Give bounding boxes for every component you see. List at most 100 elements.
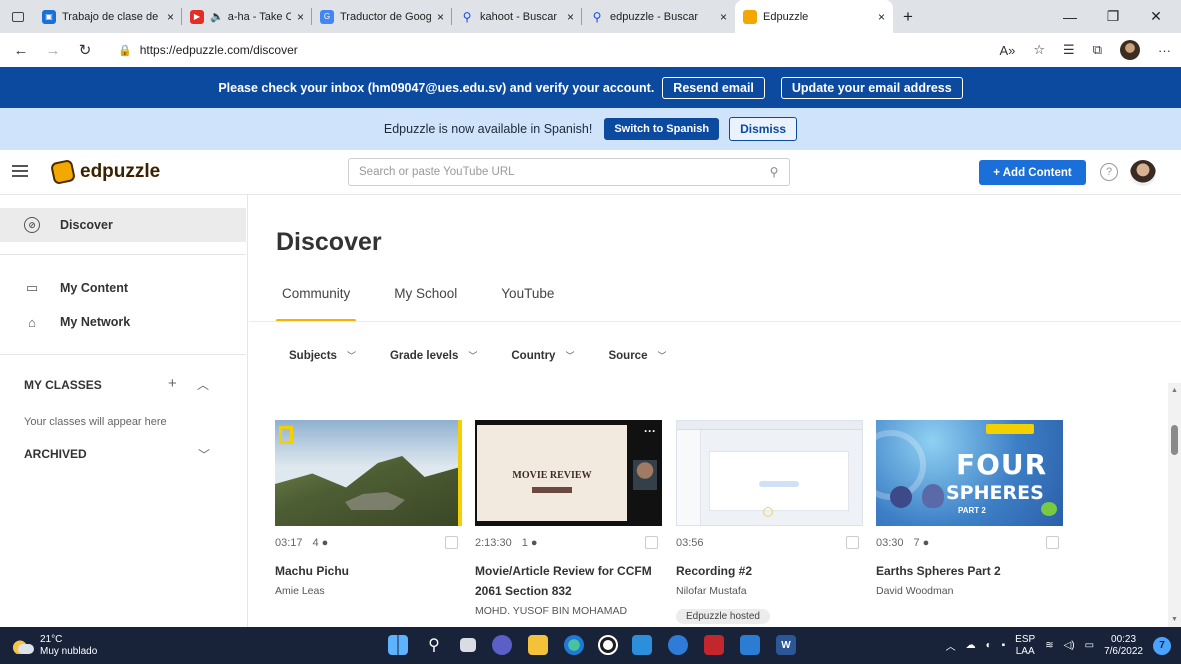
- language-indicator[interactable]: ESP LAA: [1015, 634, 1035, 658]
- video-title[interactable]: Machu Pichu: [275, 561, 462, 581]
- help-icon[interactable]: ?: [1100, 163, 1118, 181]
- browser-tab[interactable]: ▣ Trabajo de clase de Pro ×: [34, 0, 182, 33]
- collections-icon[interactable]: ⧉: [1093, 42, 1102, 58]
- video-thumbnail[interactable]: FOUR SPHERES PART 2: [876, 420, 1063, 526]
- video-author[interactable]: Amie Leas: [275, 585, 325, 597]
- tab-community[interactable]: Community: [276, 286, 357, 322]
- show-hidden-icon[interactable]: ︿: [946, 638, 956, 653]
- tab-youtube[interactable]: YouTube: [495, 286, 560, 322]
- select-checkbox[interactable]: [1046, 536, 1059, 549]
- scroll-up-icon[interactable]: ▲: [1171, 387, 1178, 394]
- windows-start-icon[interactable]: [388, 635, 408, 655]
- close-tab-icon[interactable]: ×: [167, 10, 174, 24]
- select-checkbox[interactable]: [645, 536, 658, 549]
- chrome-icon[interactable]: [598, 635, 618, 655]
- dismiss-button[interactable]: Dismiss: [729, 117, 798, 141]
- video-title[interactable]: Earths Spheres Part 2: [876, 561, 1063, 581]
- search-icon[interactable]: ⚲: [759, 165, 789, 179]
- select-checkbox[interactable]: [846, 536, 859, 549]
- outlook-icon[interactable]: [740, 635, 760, 655]
- browser-profile-avatar[interactable]: [1120, 40, 1140, 60]
- search-box[interactable]: ⚲: [348, 158, 790, 186]
- volume-icon[interactable]: ◁): [1064, 640, 1075, 651]
- browser-tab-active[interactable]: Edpuzzle ×: [735, 0, 893, 33]
- add-class-icon[interactable]: +: [168, 375, 177, 392]
- clock[interactable]: 00:23 7/6/2022: [1104, 634, 1143, 658]
- video-thumbnail[interactable]: [275, 420, 462, 526]
- minimize-icon[interactable]: —: [1052, 0, 1088, 33]
- favorites-icon[interactable]: ☰: [1063, 42, 1075, 58]
- filter-country[interactable]: Country ﹀: [511, 349, 574, 362]
- wifi-icon[interactable]: ≋: [1045, 640, 1053, 651]
- page-scrollbar[interactable]: ▲ ▼: [1168, 383, 1181, 627]
- new-tab-button[interactable]: +: [893, 7, 923, 27]
- close-tab-icon[interactable]: ×: [720, 10, 727, 24]
- add-content-button[interactable]: + Add Content: [979, 160, 1086, 185]
- sidebar-item-my-content[interactable]: ▭ My Content: [0, 271, 246, 305]
- user-avatar[interactable]: [1130, 160, 1156, 186]
- browser-tab[interactable]: ▶ 🔈 a-ha - Take On M ×: [182, 0, 312, 33]
- resend-email-button[interactable]: Resend email: [662, 76, 765, 99]
- audio-icon[interactable]: 🔈: [210, 10, 224, 23]
- video-card[interactable]: FOUR SPHERES PART 2 03:30 7 ● Earths Sph…: [876, 420, 1063, 597]
- close-tab-icon[interactable]: ×: [878, 10, 885, 24]
- store-icon[interactable]: [632, 635, 652, 655]
- edge-icon[interactable]: [564, 635, 584, 655]
- video-thumbnail[interactable]: [676, 420, 863, 526]
- url-field[interactable]: 🔒 https://edpuzzle.com/discover: [118, 43, 298, 57]
- video-thumbnail[interactable]: MOVIE REVIEW ···: [475, 420, 662, 526]
- close-window-icon[interactable]: ✕: [1138, 0, 1174, 33]
- antivirus-icon[interactable]: [704, 635, 724, 655]
- video-card[interactable]: 03:56 Recording #2 Nilofar Mustafa Edpuz…: [676, 420, 863, 624]
- more-icon[interactable]: ···: [644, 424, 656, 438]
- close-tab-icon[interactable]: ×: [297, 10, 304, 24]
- back-icon[interactable]: ←: [10, 42, 32, 59]
- chevron-down-icon[interactable]: ﹀: [198, 446, 210, 463]
- app-icon[interactable]: [668, 635, 688, 655]
- weather-widget[interactable]: 21°C Muy nublado: [12, 634, 97, 658]
- browser-tab[interactable]: ⚲ edpuzzle - Buscar ×: [582, 0, 735, 33]
- video-author[interactable]: MOHD. YUSOF BIN MOHAMAD: [475, 605, 627, 617]
- filter-source[interactable]: Source ﹀: [608, 349, 666, 362]
- chat-icon[interactable]: [492, 635, 512, 655]
- close-tab-icon[interactable]: ×: [567, 10, 574, 24]
- word-icon[interactable]: W: [776, 635, 796, 655]
- filter-grade-levels[interactable]: Grade levels ﹀: [390, 349, 477, 362]
- switch-to-spanish-button[interactable]: Switch to Spanish: [604, 118, 720, 140]
- read-aloud-icon[interactable]: A»: [999, 43, 1015, 58]
- tab-actions-icon[interactable]: [12, 11, 24, 22]
- tab-my-school[interactable]: My School: [388, 286, 463, 322]
- more-icon[interactable]: ···: [1158, 43, 1171, 58]
- security-icon[interactable]: ◐: [986, 640, 992, 651]
- edpuzzle-logo[interactable]: edpuzzle: [49, 158, 160, 186]
- video-title[interactable]: Movie/Article Review for CCFM 2061 Secti…: [475, 561, 662, 601]
- video-author[interactable]: Nilofar Mustafa: [676, 585, 747, 597]
- archived-heading[interactable]: ARCHIVED: [24, 447, 87, 461]
- restore-icon[interactable]: ❐: [1095, 0, 1131, 33]
- scrollbar-thumb[interactable]: [1171, 425, 1178, 455]
- video-author[interactable]: David Woodman: [876, 585, 953, 597]
- refresh-icon[interactable]: ↻: [74, 41, 96, 59]
- battery-icon[interactable]: ▭: [1085, 640, 1094, 651]
- favorite-add-icon[interactable]: ☆: [1033, 42, 1045, 58]
- sidebar-item-my-network[interactable]: ⌂ My Network: [0, 305, 246, 339]
- scroll-down-icon[interactable]: ▼: [1171, 616, 1178, 623]
- file-explorer-icon[interactable]: [528, 635, 548, 655]
- video-card[interactable]: MOVIE REVIEW ··· 2:13:30 1 ● Movie/Artic…: [475, 420, 662, 617]
- notification-badge[interactable]: 7: [1153, 636, 1171, 655]
- video-title[interactable]: Recording #2: [676, 561, 863, 581]
- sidebar-item-discover[interactable]: ⊘ Discover: [0, 208, 246, 242]
- filter-subjects[interactable]: Subjects ﹀: [289, 349, 356, 362]
- chevron-up-icon[interactable]: ︿: [197, 376, 209, 393]
- update-email-button[interactable]: Update your email address: [780, 76, 963, 99]
- app-tray-icon[interactable]: ▪: [1002, 640, 1006, 651]
- close-tab-icon[interactable]: ×: [437, 10, 444, 24]
- browser-tab[interactable]: ⚲ kahoot - Buscar ×: [452, 0, 582, 33]
- search-input[interactable]: [349, 166, 759, 178]
- search-icon[interactable]: ⚲: [424, 635, 444, 655]
- menu-icon[interactable]: [12, 165, 28, 177]
- browser-tab[interactable]: G Traductor de Google ×: [312, 0, 452, 33]
- task-view-icon[interactable]: [460, 638, 476, 652]
- forward-icon[interactable]: →: [42, 42, 64, 59]
- cloud-icon[interactable]: ☁: [966, 640, 976, 651]
